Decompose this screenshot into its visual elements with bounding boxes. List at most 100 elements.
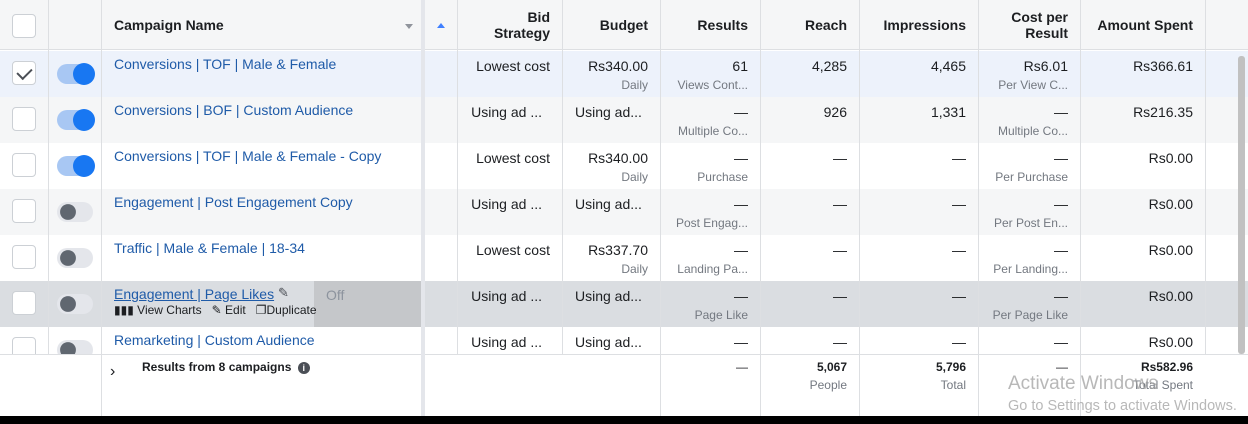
table-row[interactable]: Engagement | Page Likes ✎ Off ▮▮▮ View C…: [0, 281, 1248, 327]
view-charts-action[interactable]: ▮▮▮ View Charts: [114, 303, 202, 317]
results-summary-label: Results from 8 campaigns i: [142, 360, 310, 374]
header-campaign-name-label: Campaign Name: [114, 17, 224, 33]
header-campaign-name[interactable]: Campaign Name: [114, 0, 404, 50]
pencil-icon[interactable]: ✎: [278, 285, 289, 301]
vertical-scrollbar[interactable]: [1238, 56, 1245, 354]
reach-value: 926: [823, 104, 847, 120]
select-all-checkbox[interactable]: [12, 14, 36, 38]
impressions-value: —: [952, 288, 966, 304]
table-row[interactable]: Traffic | Male & Female | 18-34 Lowest c…: [0, 235, 1248, 281]
info-icon[interactable]: i: [297, 362, 310, 374]
total-results-value: —: [736, 360, 748, 374]
campaign-toggle[interactable]: [57, 248, 93, 268]
view-charts-label: View Charts: [137, 303, 202, 317]
status-off-label: Off: [326, 287, 345, 303]
header-bid-strategy[interactable]: Bid Strategy: [462, 0, 550, 50]
edit-action[interactable]: ✎ Edit: [212, 303, 246, 317]
campaign-name-link[interactable]: Remarketing | Custom Audience: [114, 332, 315, 348]
reach-value: —: [833, 288, 847, 304]
header-impressions[interactable]: Impressions: [862, 0, 966, 50]
campaign-toggle[interactable]: [57, 294, 93, 314]
reach-value: —: [833, 150, 847, 166]
campaign-name-link[interactable]: Traffic | Male & Female | 18-34: [114, 240, 305, 256]
results-sub: Page Like: [694, 308, 748, 322]
total-reach-sub: People: [809, 378, 847, 392]
column-divider: [978, 0, 979, 416]
expand-chevron-icon[interactable]: ›: [110, 363, 115, 381]
impressions-value: —: [952, 150, 966, 166]
campaign-toggle[interactable]: [57, 155, 95, 177]
header-budget-label: Budget: [599, 17, 648, 33]
cpr-value: —: [1054, 242, 1068, 258]
header-results[interactable]: Results: [664, 0, 748, 50]
row-checkbox[interactable]: [12, 107, 36, 131]
campaign-name-link[interactable]: Conversions | BOF | Custom Audience: [114, 102, 353, 118]
total-impressions-value: 5,796: [935, 360, 966, 374]
column-divider: [457, 0, 458, 354]
table-row[interactable]: Remarketing | Custom Audience Using ad .…: [0, 327, 1248, 354]
bid-strategy-value: Using ad ...: [471, 196, 542, 212]
impressions-value: 4,465: [930, 58, 966, 74]
row-checkbox[interactable]: [12, 153, 36, 177]
bid-strategy-value: Lowest cost: [476, 242, 550, 258]
header-reach-label: Reach: [804, 17, 847, 33]
header-amount-spent[interactable]: Amount Spent: [1084, 0, 1193, 50]
table-row[interactable]: Conversions | TOF | Male & Female Lowest…: [0, 51, 1248, 97]
row-checkbox[interactable]: [12, 245, 36, 269]
total-spent-value: Rs582.96: [1140, 360, 1193, 374]
cpr-value: —: [1054, 104, 1068, 120]
sort-ascending-icon[interactable]: [437, 23, 445, 28]
row-checkbox[interactable]: [12, 61, 36, 85]
campaign-toggle[interactable]: [57, 202, 93, 222]
column-divider: [1205, 0, 1206, 354]
campaign-name-link[interactable]: Engagement | Page Likes: [114, 286, 274, 302]
cpr-sub: Multiple Co...: [997, 124, 1068, 138]
campaign-name-link[interactable]: Engagement | Post Engagement Copy: [114, 194, 353, 210]
results-sub: Multiple Co...: [677, 124, 748, 138]
frozen-column-divider[interactable]: [421, 0, 425, 416]
reach-value: —: [833, 242, 847, 258]
toggle-knob: [73, 63, 95, 85]
row-checkbox[interactable]: [12, 337, 36, 354]
table-row[interactable]: Conversions | BOF | Custom Audience Usin…: [0, 97, 1248, 143]
cpr-value: Rs6.01: [1023, 58, 1068, 74]
budget-sub: Daily: [621, 170, 648, 184]
bar-chart-icon: ▮▮▮: [114, 303, 134, 317]
campaign-name-link[interactable]: Conversions | TOF | Male & Female - Copy: [114, 148, 381, 164]
budget-value: Using ad...: [575, 104, 642, 120]
results-sub: Landing Pa...: [677, 262, 748, 276]
header-impressions-label: Impressions: [883, 17, 966, 33]
header-cost-per-result[interactable]: Cost per Result: [982, 0, 1068, 50]
campaign-toggle[interactable]: [57, 109, 95, 131]
results-sub: Post Engag...: [675, 216, 748, 230]
impressions-value: 1,331: [930, 104, 966, 120]
campaign-name-link[interactable]: Conversions | TOF | Male & Female: [114, 56, 336, 72]
budget-value: Rs340.00: [588, 150, 648, 166]
header-budget[interactable]: Budget: [566, 0, 648, 50]
campaign-toggle[interactable]: [57, 340, 93, 354]
reach-value: —: [833, 334, 847, 350]
toggle-knob: [73, 109, 95, 131]
column-divider: [1080, 0, 1081, 416]
duplicate-action[interactable]: ❐Duplicate: [256, 303, 317, 317]
budget-sub: Daily: [621, 78, 648, 92]
cpr-sub: Per Purchase: [995, 170, 1068, 184]
results-value: —: [734, 104, 748, 120]
table-row[interactable]: Conversions | TOF | Male & Female - Copy…: [0, 143, 1248, 189]
cpr-sub: Per View C...: [998, 78, 1068, 92]
column-sort-dropdown-icon[interactable]: [405, 24, 413, 29]
row-checkbox[interactable]: [12, 291, 36, 315]
results-sub: Purchase: [697, 170, 748, 184]
header-results-label: Results: [697, 17, 748, 33]
activate-windows-title: Activate Windows: [1008, 373, 1158, 394]
row-checkbox[interactable]: [12, 199, 36, 223]
header-bid-strategy-line2: Strategy: [493, 25, 550, 41]
amount-spent-value: Rs0.00: [1148, 150, 1193, 166]
duplicate-icon: ❐: [255, 303, 267, 317]
table-row[interactable]: Engagement | Post Engagement Copy Using …: [0, 189, 1248, 235]
campaign-toggle[interactable]: [57, 63, 95, 85]
header-reach[interactable]: Reach: [764, 0, 847, 50]
toggle-knob: [60, 342, 76, 354]
bid-strategy-value: Using ad ...: [471, 288, 542, 304]
impressions-value: —: [952, 334, 966, 350]
